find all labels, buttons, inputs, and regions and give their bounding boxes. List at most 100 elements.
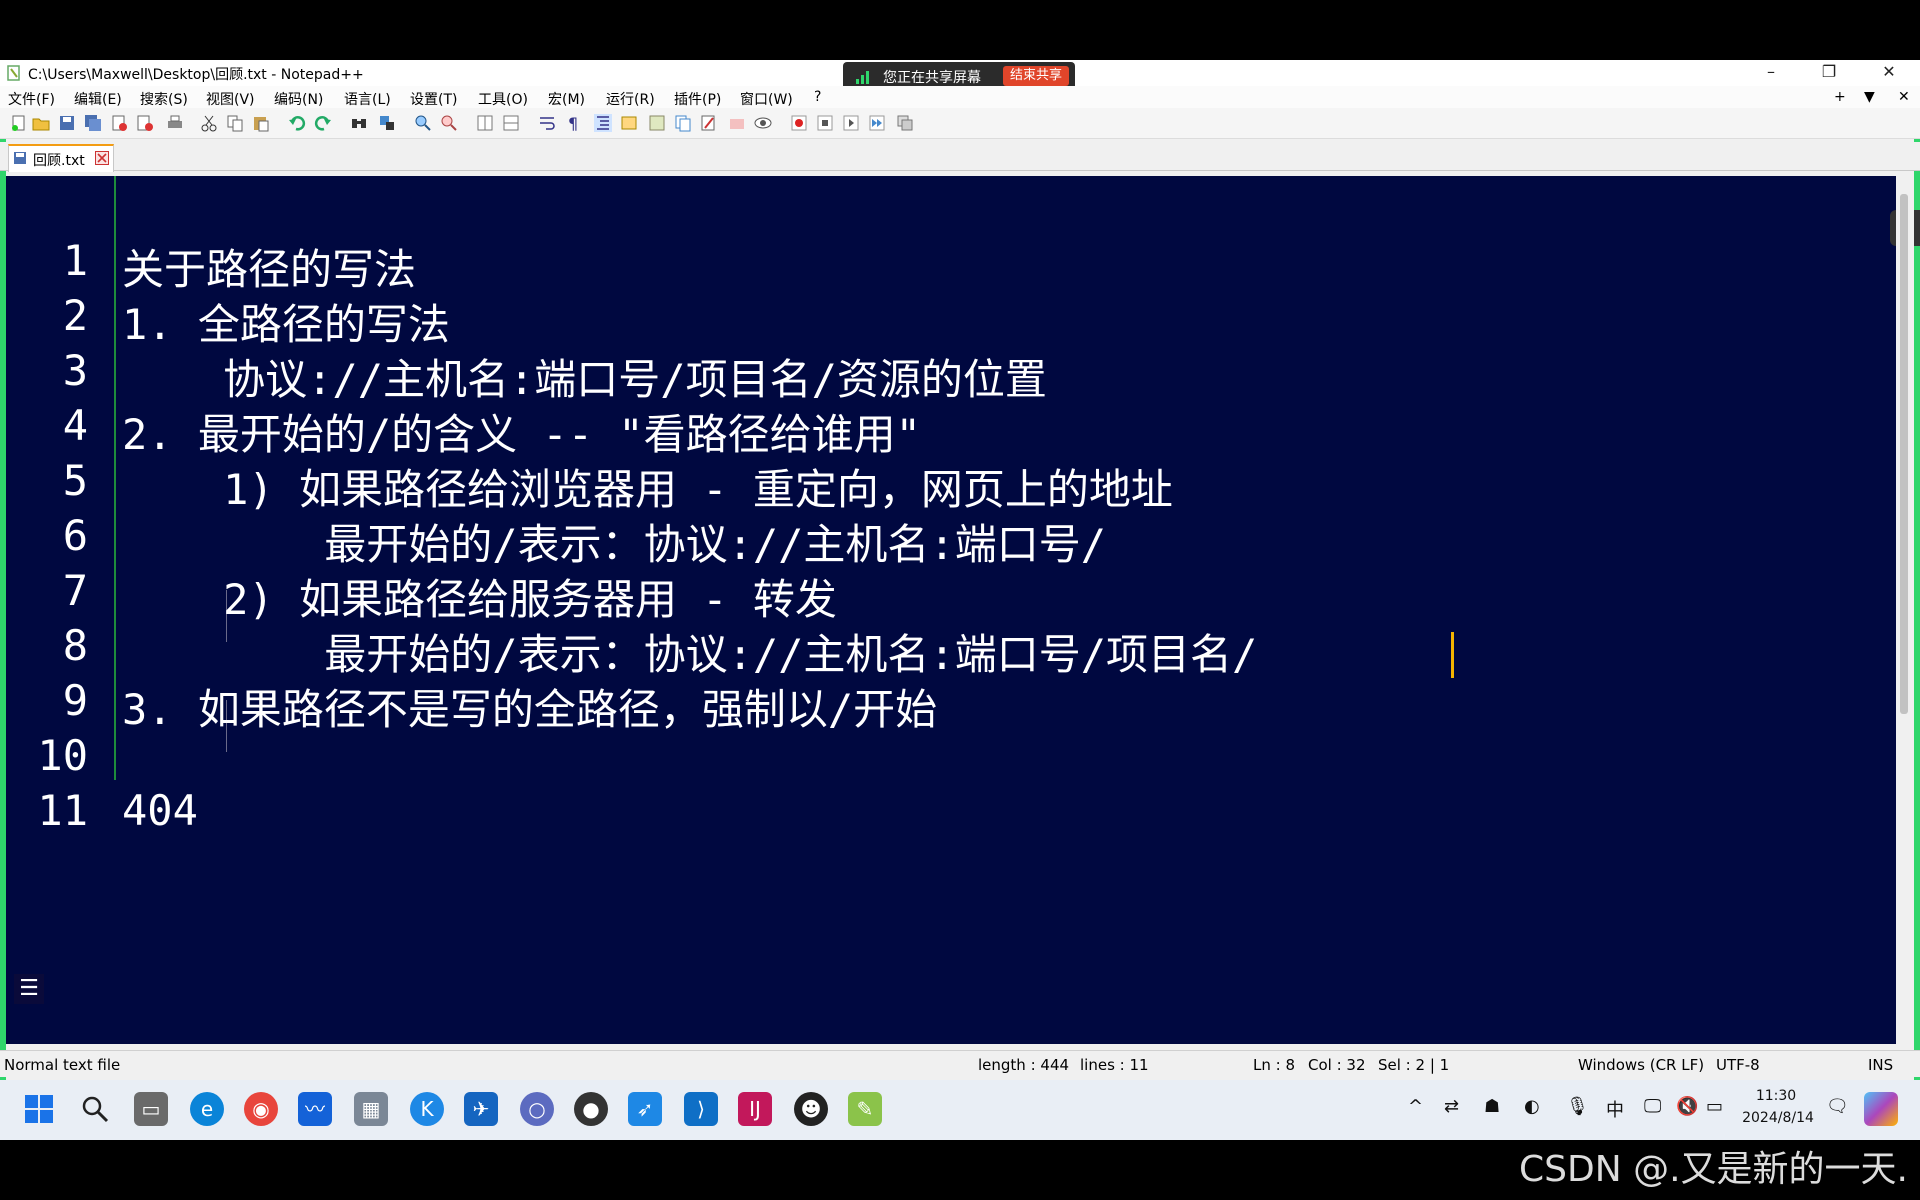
new-file-icon[interactable] [10, 114, 28, 132]
sync-horizontal-icon[interactable] [502, 114, 520, 132]
doc-list-icon[interactable] [674, 114, 692, 132]
menu-help[interactable]: ? [814, 89, 821, 105]
menu-tools[interactable]: 工具(O) [478, 89, 528, 109]
clock-time[interactable]: 11:30 [1746, 1088, 1806, 1104]
zoom-out-icon[interactable] [440, 114, 458, 132]
word-wrap-icon[interactable] [538, 114, 556, 132]
find-icon[interactable] [350, 114, 368, 132]
macro-save-icon[interactable] [896, 114, 914, 132]
pin-app-icon[interactable]: ✈ [464, 1092, 498, 1126]
battery-icon[interactable]: ▭ [1706, 1096, 1723, 1117]
tab-list-dropdown-button[interactable]: ▼ [1864, 89, 1875, 105]
doc-map-toolbar-icon[interactable] [648, 114, 666, 132]
close-file-icon[interactable] [110, 114, 128, 132]
cut-icon[interactable] [200, 114, 218, 132]
menu-run[interactable]: 运行(R) [606, 89, 655, 109]
replace-icon[interactable] [378, 114, 396, 132]
copilot-icon[interactable] [1864, 1092, 1898, 1126]
code-line: 最开始的/表示：协议://主机名:端口号/ [122, 520, 1107, 569]
tray-app-icon[interactable]: ☗ [1484, 1096, 1500, 1117]
status-file-type: Normal text file [4, 1056, 121, 1074]
menu-plugins[interactable]: 插件(P) [674, 89, 721, 109]
tray-sync-icon[interactable]: ⇄ [1444, 1096, 1459, 1117]
window-title: C:\Users\Maxwell\Desktop\回顾.txt - Notepa… [28, 67, 364, 83]
macro-play-icon[interactable] [842, 114, 860, 132]
clock-date[interactable]: 2024/8/14 [1740, 1110, 1816, 1126]
menu-window[interactable]: 窗口(W) [740, 89, 793, 109]
new-tab-plus-button[interactable]: + [1834, 89, 1846, 105]
close-doc-button[interactable]: ✕ [1898, 89, 1910, 105]
volume-muted-icon[interactable]: 🔇 [1676, 1096, 1698, 1117]
code-line: 协议://主机名:端口号/项目名/资源的位置 [122, 355, 1047, 404]
status-lines: lines : 11 [1080, 1056, 1149, 1074]
feather-app-icon[interactable]: ➶ [628, 1092, 662, 1126]
open-folder-icon[interactable] [32, 114, 50, 132]
menu-settings[interactable]: 设置(T) [410, 89, 457, 109]
tab-label: 回顾.txt [33, 153, 85, 169]
copy-icon[interactable] [226, 114, 244, 132]
print-icon[interactable] [166, 114, 184, 132]
task-view-icon[interactable]: ▭ [134, 1092, 168, 1126]
close-button[interactable]: ✕ [1866, 60, 1912, 86]
qq-penguin-icon[interactable]: ☻ [794, 1092, 828, 1126]
toolbar: ¶ [0, 108, 1920, 139]
paste-icon[interactable] [252, 114, 270, 132]
redo-icon[interactable] [314, 114, 332, 132]
ime-indicator[interactable]: 中 [1606, 1096, 1624, 1122]
line-number: 7 [62, 566, 88, 615]
end-share-button[interactable]: 结束共享 [1003, 66, 1069, 86]
undo-icon[interactable] [288, 114, 306, 132]
list-icon[interactable]: ☰ [14, 974, 44, 1004]
intellij-idea-icon[interactable]: IJ [738, 1092, 772, 1126]
sync-vertical-icon[interactable] [476, 114, 494, 132]
close-all-icon[interactable] [136, 114, 154, 132]
status-eol[interactable]: Windows (CR LF) [1578, 1056, 1704, 1074]
chrome-browser-icon[interactable]: ◉ [244, 1092, 278, 1126]
vscode-icon[interactable]: ⟩ [684, 1092, 718, 1126]
minimize-button[interactable]: – [1748, 60, 1794, 86]
macro-record-icon[interactable] [790, 114, 808, 132]
tab-close-icon[interactable] [95, 151, 109, 165]
udl-icon[interactable] [620, 114, 638, 132]
feishu-app-icon[interactable]: 〰 [298, 1092, 332, 1126]
text-editor[interactable]: 1 关于路径的写法 2 1. 全路径的写法 3 协议://主机名:端口号/项目名… [6, 176, 1896, 1044]
macro-stop-icon[interactable] [816, 114, 834, 132]
tray-overflow-caret[interactable]: ^ [1408, 1096, 1423, 1117]
indent-guide-icon[interactable] [594, 114, 612, 132]
circle-app-icon[interactable]: ○ [520, 1092, 554, 1126]
restore-button[interactable]: ❐ [1806, 60, 1852, 86]
menu-file[interactable]: 文件(F) [8, 89, 55, 109]
menu-language[interactable]: 语言(L) [344, 89, 391, 109]
save-all-icon[interactable] [84, 114, 102, 132]
search-icon[interactable] [80, 1094, 110, 1124]
vertical-scrollbar[interactable] [1896, 176, 1914, 1044]
menu-view[interactable]: 视图(V) [206, 89, 255, 109]
status-encoding[interactable]: UTF-8 [1716, 1056, 1760, 1074]
folder-workspace-icon[interactable] [728, 114, 746, 132]
save-icon[interactable] [58, 114, 76, 132]
tray-orange-icon[interactable]: ◐ [1524, 1096, 1540, 1117]
monitoring-eye-icon[interactable] [754, 114, 772, 132]
status-insert-mode[interactable]: INS [1868, 1056, 1893, 1074]
show-all-chars-icon[interactable]: ¶ [564, 114, 582, 132]
menu-search[interactable]: 搜索(S) [140, 89, 188, 109]
recorder-app-icon[interactable]: ● [574, 1092, 608, 1126]
function-list-icon[interactable] [700, 114, 718, 132]
menu-macro[interactable]: 宏(M) [548, 89, 585, 109]
notepadpp-taskbar-icon[interactable]: ✎ [848, 1092, 882, 1126]
k-app-icon[interactable]: K [410, 1092, 444, 1126]
status-length: length : 444 [978, 1056, 1070, 1074]
macro-run-multiple-icon[interactable] [868, 114, 886, 132]
microphone-icon[interactable]: 🎙 [1566, 1096, 1589, 1117]
status-col: Col : 32 [1308, 1056, 1366, 1074]
notification-icon[interactable]: 🗨 [1826, 1096, 1849, 1117]
zoom-in-icon[interactable] [414, 114, 432, 132]
menu-edit[interactable]: 编辑(E) [74, 89, 122, 109]
windows-start-icon[interactable] [24, 1094, 54, 1124]
menu-encoding[interactable]: 编码(N) [274, 89, 323, 109]
network-icon[interactable]: 🖵 [1644, 1096, 1661, 1117]
scrollbar-thumb[interactable] [1900, 194, 1908, 714]
tab-huigu-txt[interactable]: 回顾.txt [8, 144, 114, 172]
calculator-icon[interactable]: ▦ [354, 1092, 388, 1126]
edge-browser-icon[interactable]: e [190, 1092, 224, 1126]
